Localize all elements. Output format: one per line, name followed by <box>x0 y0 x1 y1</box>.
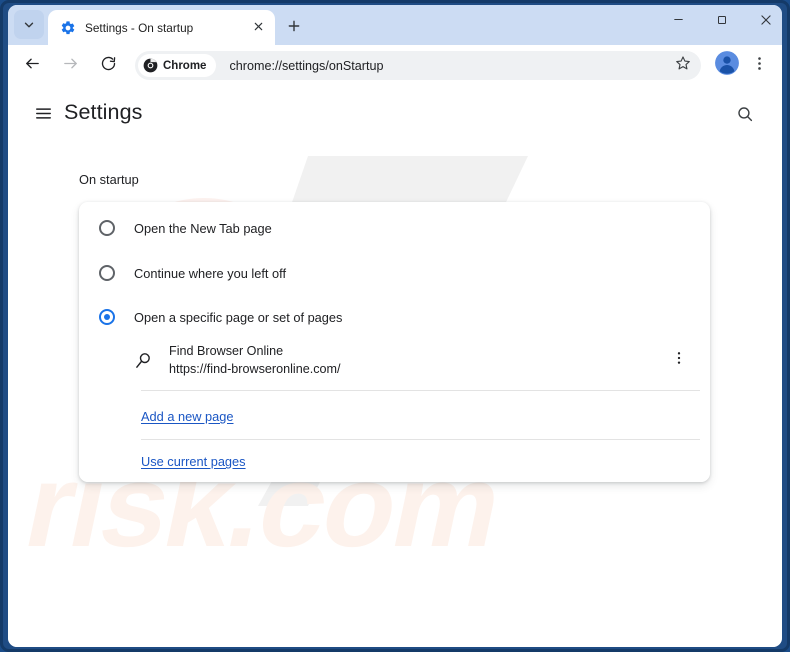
startup-option-specific-pages[interactable]: Open a specific page or set of pages <box>79 295 710 339</box>
new-tab-button[interactable] <box>281 15 307 41</box>
minimize-icon <box>672 13 685 31</box>
use-current-pages-link[interactable]: Use current pages <box>141 454 246 469</box>
hamburger-icon <box>34 104 53 128</box>
tab-search-button[interactable] <box>14 10 44 39</box>
on-startup-card: Open the New Tab page Continue where you… <box>79 202 710 482</box>
browser-toolbar: Chrome chrome://settings/onStartup <box>8 45 782 86</box>
bookmark-star-button[interactable] <box>670 53 695 78</box>
reload-button[interactable] <box>93 51 123 81</box>
settings-main-menu-button[interactable] <box>30 103 56 129</box>
divider <box>141 390 700 391</box>
radio-button[interactable] <box>99 220 115 236</box>
chrome-logo-icon <box>143 58 158 73</box>
reload-icon <box>100 55 117 77</box>
startup-page-more-button[interactable] <box>666 348 692 374</box>
plus-icon <box>287 19 301 38</box>
window-close-button[interactable] <box>744 7 782 37</box>
page-title: Settings <box>64 100 143 125</box>
chevron-down-icon <box>22 18 36 32</box>
search-icon <box>736 105 754 128</box>
startup-option-continue-where-left-off[interactable]: Continue where you left off <box>79 251 710 295</box>
profile-avatar-button[interactable] <box>711 50 743 82</box>
startup-option-label: Continue where you left off <box>134 266 286 281</box>
radio-button[interactable] <box>99 265 115 281</box>
radio-button-selected[interactable] <box>99 309 115 325</box>
add-a-new-page-link[interactable]: Add a new page <box>141 409 234 424</box>
browser-tab-settings[interactable]: Settings - On startup <box>48 10 275 45</box>
avatar <box>714 50 740 81</box>
more-vertical-icon <box>671 350 687 371</box>
startup-option-label: Open the New Tab page <box>134 221 272 236</box>
page-viewport: risk.com Settings <box>8 86 782 647</box>
startup-option-new-tab-page[interactable]: Open the New Tab page <box>79 206 710 250</box>
window-maximize-button[interactable] <box>700 7 744 37</box>
arrow-right-icon <box>62 55 79 77</box>
section-label: On startup <box>79 172 139 187</box>
tab-strip: Settings - On startup <box>8 5 782 45</box>
tab-title: Settings - On startup <box>85 21 247 35</box>
chrome-menu-button[interactable] <box>745 51 773 81</box>
settings-header: Settings <box>8 86 782 144</box>
startup-page-text: Find Browser Online https://find-browser… <box>169 343 666 378</box>
startup-page-title: Find Browser Online <box>169 343 666 360</box>
close-icon <box>759 13 773 32</box>
settings-search-button[interactable] <box>731 102 759 130</box>
close-icon <box>253 19 264 37</box>
desktop-background: Settings - On startup <box>0 0 790 652</box>
tab-close-button[interactable] <box>247 17 269 39</box>
browser-window: Settings - On startup <box>8 5 782 647</box>
more-vertical-icon <box>751 55 768 77</box>
on-startup-card-inner: Open the New Tab page Continue where you… <box>79 202 710 482</box>
back-button[interactable] <box>17 51 47 81</box>
gear-icon <box>60 20 76 36</box>
startup-option-label: Open a specific page or set of pages <box>134 310 342 325</box>
chrome-origin-chip: Chrome <box>138 54 216 77</box>
maximize-icon <box>716 13 728 31</box>
address-bar[interactable]: Chrome chrome://settings/onStartup <box>135 51 701 80</box>
star-icon <box>675 55 691 76</box>
startup-page-row: Find Browser Online https://find-browser… <box>79 338 710 383</box>
address-bar-url: chrome://settings/onStartup <box>229 59 383 73</box>
chrome-chip-label: Chrome <box>163 60 206 72</box>
forward-button[interactable] <box>55 51 85 81</box>
startup-page-url: https://find-browseronline.com/ <box>169 360 666 378</box>
window-minimize-button[interactable] <box>656 7 700 37</box>
magnifier-icon <box>133 351 153 371</box>
arrow-left-icon <box>24 55 41 77</box>
divider <box>141 439 700 440</box>
